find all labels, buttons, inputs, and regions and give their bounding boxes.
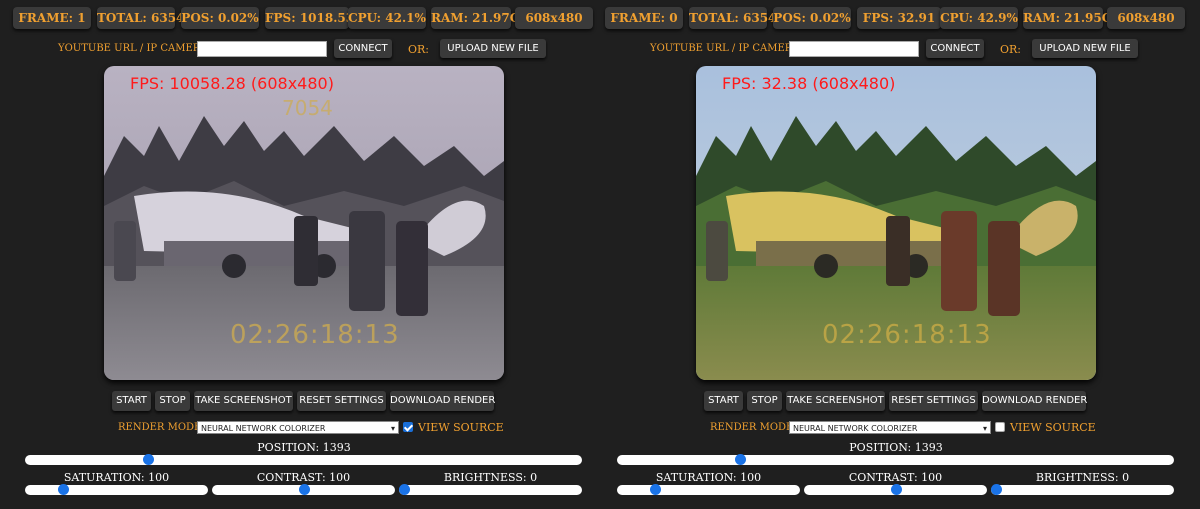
source-row: YOUTUBE URL / IP CAMERA: CONNECT OR: UPL… <box>600 39 1192 60</box>
view-source-checkbox[interactable] <box>995 422 1005 432</box>
render-mode-select[interactable]: NEURAL NETWORK COLORIZER ▾ <box>197 421 399 434</box>
reset-settings-button[interactable]: RESET SETTINGS <box>297 391 386 411</box>
chevron-down-icon: ▾ <box>982 424 987 433</box>
stat-pos: POS: 0.02% <box>773 7 851 29</box>
upload-file-button[interactable]: UPLOAD NEW FILE <box>1032 39 1138 58</box>
chevron-down-icon: ▾ <box>390 424 395 433</box>
connect-button[interactable]: CONNECT <box>334 39 392 58</box>
or-label: OR: <box>408 43 430 56</box>
render-mode-label: RENDER MODE: <box>710 422 797 433</box>
stat-ram: RAM: 21.95GB <box>1023 7 1122 29</box>
brightness-slider-thumb[interactable] <box>399 484 411 495</box>
start-button[interactable]: START <box>112 391 151 411</box>
position-slider[interactable] <box>617 454 1174 465</box>
reset-settings-button[interactable]: RESET SETTINGS <box>889 391 978 411</box>
start-button[interactable]: START <box>704 391 743 411</box>
saturation-slider[interactable] <box>25 484 208 495</box>
contrast-label: CONTRAST: 100 <box>848 471 943 484</box>
contrast-slider-thumb[interactable] <box>298 484 310 495</box>
url-input[interactable] <box>197 41 327 57</box>
saturation-label: SATURATION: 100 <box>63 471 170 484</box>
stat-ram: RAM: 21.97GB <box>431 7 530 29</box>
view-source-label: VIEW SOURCE <box>1010 421 1096 434</box>
position-slider[interactable] <box>25 454 582 465</box>
contrast-slider[interactable] <box>212 484 395 495</box>
position-label: POSITION: 1393 <box>257 441 351 454</box>
view-source-checkbox[interactable] <box>403 422 413 432</box>
render-mode-value: NEURAL NETWORK COLORIZER <box>201 424 326 433</box>
url-label: YOUTUBE URL / IP CAMERA: <box>58 43 211 54</box>
stat-cpu: CPU: 42.9% <box>940 7 1018 29</box>
url-input[interactable] <box>789 41 919 57</box>
stop-button[interactable]: STOP <box>747 391 782 411</box>
position-label: POSITION: 1393 <box>849 441 943 454</box>
render-mode-value: NEURAL NETWORK COLORIZER <box>793 424 918 433</box>
position-slider-thumb[interactable] <box>734 454 746 465</box>
download-render-button[interactable]: DOWNLOAD RENDER <box>982 391 1087 411</box>
upload-file-button[interactable]: UPLOAD NEW FILE <box>440 39 546 58</box>
saturation-slider-thumb[interactable] <box>58 484 70 495</box>
saturation-slider[interactable] <box>617 484 800 495</box>
connect-button[interactable]: CONNECT <box>926 39 984 58</box>
url-label: YOUTUBE URL / IP CAMERA: <box>650 43 803 54</box>
brightness-label: BRIGHTNESS: 0 <box>1035 471 1130 484</box>
stat-total: TOTAL: 6354 <box>97 7 184 29</box>
brightness-slider[interactable] <box>991 484 1174 495</box>
saturation-slider-thumb[interactable] <box>650 484 662 495</box>
stat-cpu: CPU: 42.1% <box>348 7 426 29</box>
take-screenshot-button[interactable]: TAKE SCREENSHOT <box>786 391 885 411</box>
source-row: YOUTUBE URL / IP CAMERA: CONNECT OR: UPL… <box>8 39 600 60</box>
frame-overlay: 7054 <box>282 96 333 120</box>
timecode-overlay: 02:26:18:13 <box>822 320 992 350</box>
stop-button[interactable]: STOP <box>155 391 190 411</box>
fps-overlay: FPS: 10058.28 (608x480) <box>130 74 334 93</box>
stat-fps: FPS: 1018.53 <box>265 7 354 29</box>
or-label: OR: <box>1000 43 1022 56</box>
stat-frame: FRAME: 0 <box>605 7 683 29</box>
render-mode-select[interactable]: NEURAL NETWORK COLORIZER ▾ <box>789 421 991 434</box>
fps-overlay: FPS: 32.38 (608x480) <box>722 74 896 93</box>
saturation-label: SATURATION: 100 <box>655 471 762 484</box>
right-player-panel: FRAME: 0 TOTAL: 6354 POS: 0.02% FPS: 32.… <box>600 0 1192 509</box>
brightness-slider[interactable] <box>399 484 582 495</box>
timecode-overlay: 02:26:18:13 <box>230 320 400 350</box>
brightness-label: BRIGHTNESS: 0 <box>443 471 538 484</box>
brightness-slider-thumb[interactable] <box>991 484 1003 495</box>
video-canvas: FPS: 10058.28 (608x480) 7054 02:26:18:13 <box>104 66 504 380</box>
view-source-label: VIEW SOURCE <box>418 421 504 434</box>
contrast-slider-thumb[interactable] <box>890 484 902 495</box>
position-slider-thumb[interactable] <box>142 454 154 465</box>
stat-pos: POS: 0.02% <box>181 7 259 29</box>
download-render-button[interactable]: DOWNLOAD RENDER <box>390 391 495 411</box>
stat-total: TOTAL: 6354 <box>689 7 776 29</box>
stat-frame: FRAME: 1 <box>13 7 91 29</box>
take-screenshot-button[interactable]: TAKE SCREENSHOT <box>194 391 293 411</box>
contrast-label: CONTRAST: 100 <box>256 471 351 484</box>
render-mode-label: RENDER MODE: <box>118 422 205 433</box>
video-canvas: FPS: 32.38 (608x480) 02:26:18:13 <box>696 66 1096 380</box>
contrast-slider[interactable] <box>804 484 987 495</box>
stat-size: 608x480 <box>515 7 593 29</box>
render-mode-row: RENDER MODE: NEURAL NETWORK COLORIZER ▾ … <box>8 420 600 436</box>
left-player-panel: FRAME: 1 TOTAL: 6354 POS: 0.02% FPS: 101… <box>8 0 600 509</box>
stat-fps: FPS: 32.91 <box>857 7 941 29</box>
stat-size: 608x480 <box>1107 7 1185 29</box>
render-mode-row: RENDER MODE: NEURAL NETWORK COLORIZER ▾ … <box>600 420 1192 436</box>
